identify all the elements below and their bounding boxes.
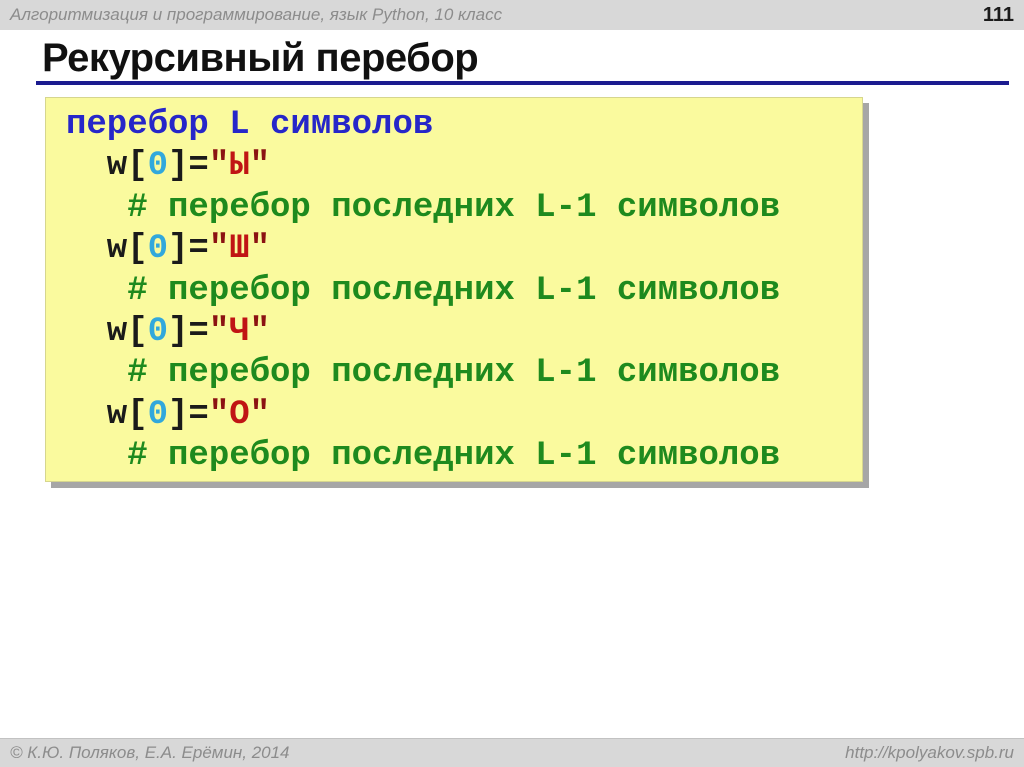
- page-number: 111: [983, 4, 1014, 27]
- course-label: Алгоритмизация и программирование, язык …: [10, 5, 502, 25]
- copyright-text: © К.Ю. Поляков, Е.А. Ерёмин, 2014: [10, 743, 290, 763]
- code-line: w[0]="О": [66, 395, 862, 436]
- code-line: # перебор последних L-1 символов: [66, 353, 862, 394]
- code-line: w[0]="Ш": [66, 229, 862, 270]
- code-line: w[0]="Ч": [66, 312, 862, 353]
- title-underline: [36, 81, 1009, 85]
- code-line: # перебор последних L-1 символов: [66, 436, 862, 477]
- code-line: # перебор последних L-1 символов: [66, 188, 862, 229]
- footer-bar: © К.Ю. Поляков, Е.А. Ерёмин, 2014 http:/…: [0, 738, 1024, 767]
- code-box: перебор L символов w[0]="Ы" # перебор по…: [45, 97, 863, 482]
- website-url: http://kpolyakov.spb.ru: [845, 743, 1014, 763]
- slide-title: Рекурсивный перебор: [42, 36, 478, 81]
- code-line: # перебор последних L-1 символов: [66, 271, 862, 312]
- code-line: перебор L символов: [66, 105, 862, 146]
- header-bar: Алгоритмизация и программирование, язык …: [0, 0, 1024, 30]
- code-line: w[0]="Ы": [66, 146, 862, 187]
